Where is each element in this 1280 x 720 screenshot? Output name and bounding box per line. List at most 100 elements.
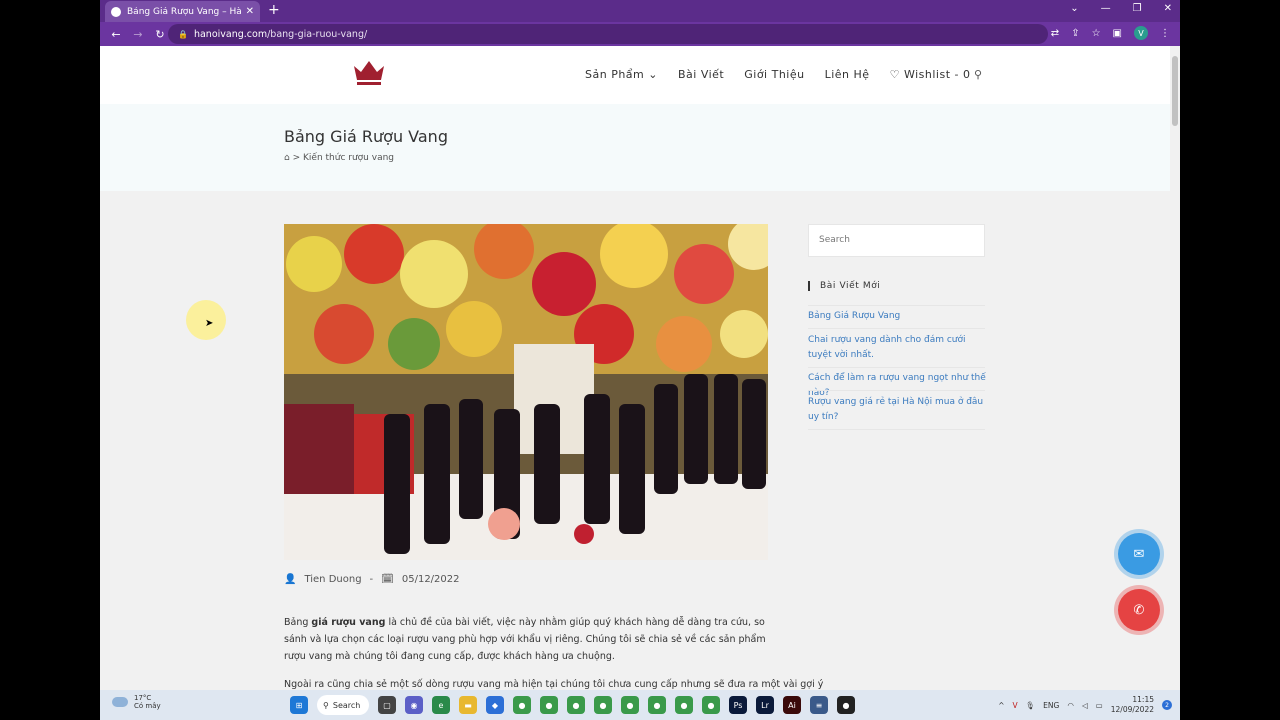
chrome-icon[interactable]: ● (675, 696, 693, 714)
cloud-icon (112, 697, 128, 707)
home-icon[interactable]: ⌂ (284, 153, 290, 163)
featured-image (284, 224, 768, 560)
tab-strip: Bảng Giá Rượu Vang – Hà Nội Vang ✕ + ⌄ —… (100, 0, 1180, 22)
bold-keyword: giá rượu vang (311, 617, 386, 628)
taskbar-apps: ⊞ ⚲ Search ▢ ◉ e ▬ ◆ ● ● ● ● ● ● ● ● Ps L… (290, 695, 855, 715)
nav-about[interactable]: Giới Thiệu (744, 68, 804, 81)
sidebar-search-input[interactable]: Search (808, 224, 985, 257)
nav-wishlist[interactable]: ♡ Wishlist - 0 (890, 68, 971, 81)
url-path: /bang-gia-ruou-vang/ (267, 28, 368, 40)
edge-icon[interactable]: e (432, 696, 450, 714)
post-paragraph: Bảng giá rượu vang là chủ đề của bài viế… (284, 617, 766, 662)
window-controls: ⌄ — ❐ ✕ (1070, 3, 1172, 14)
divider (808, 429, 985, 430)
divider (808, 367, 985, 368)
menu-icon[interactable]: ⋮ (1160, 28, 1170, 39)
nav-contact[interactable]: Liên Hệ (825, 68, 870, 81)
page-title-bar: Bảng Giá Rượu Vang ⌂ > Kiến thức rượu va… (100, 104, 1170, 191)
back-button[interactable]: ← (110, 28, 122, 41)
chrome-icon[interactable]: ● (540, 696, 558, 714)
calendar-icon: 🗓 (381, 574, 394, 585)
breadcrumb: ⌂ > Kiến thức rượu vang (284, 153, 394, 163)
lock-icon: 🔒 (178, 29, 188, 39)
meta-separator: - (369, 574, 374, 585)
illustrator-icon[interactable]: Ai (783, 696, 801, 714)
tab-search-icon[interactable]: ⌄ (1070, 3, 1078, 14)
zalo-chat-button[interactable]: ✉ (1118, 533, 1160, 575)
weather-widget[interactable]: 17°C Có mây (112, 694, 161, 710)
toolbar-right: ⇄ ⇪ ☆ ▣ V ⋮ (1051, 26, 1170, 40)
page-scrollbar[interactable] (1170, 46, 1180, 690)
recent-posts-heading: Bài Viết Mới (808, 281, 880, 291)
chrome-icon[interactable]: ● (648, 696, 666, 714)
tab-title: Bảng Giá Rượu Vang – Hà Nội Vang (127, 6, 242, 17)
taskbar-search[interactable]: ⚲ Search (317, 695, 369, 715)
site-favicon-icon (111, 6, 121, 17)
mouse-cursor-icon: ➤ (205, 318, 214, 329)
lightroom-icon[interactable]: Lr (756, 696, 774, 714)
chevron-down-icon: ⌄ (648, 68, 658, 81)
chrome-icon[interactable]: ● (567, 696, 585, 714)
recent-post-link[interactable]: Chai rượu vang dành cho đám cưới tuyệt v… (808, 333, 988, 363)
recent-post-link[interactable]: Bảng Giá Rượu Vang (808, 309, 988, 324)
volume-icon[interactable]: ◁ (1082, 701, 1088, 710)
side-panel-icon[interactable]: ▣ (1113, 28, 1122, 39)
app-tray-icon[interactable]: V (1013, 701, 1018, 710)
browser-tab[interactable]: Bảng Giá Rượu Vang – Hà Nội Vang ✕ (105, 1, 260, 22)
chrome-icon[interactable]: ● (702, 696, 720, 714)
restore-button[interactable]: ❐ (1133, 3, 1142, 14)
clock[interactable]: 11:15 12/09/2022 (1111, 695, 1154, 715)
minimize-button[interactable]: — (1101, 3, 1111, 14)
divider (808, 305, 985, 306)
author-icon: 👤 (284, 574, 297, 585)
close-tab-icon[interactable]: ✕ (246, 6, 254, 17)
nav-posts[interactable]: Bài Viết (678, 68, 724, 81)
post-meta: 👤 Tien Duong - 🗓 05/12/2022 (284, 574, 460, 585)
divider (808, 390, 985, 391)
address-bar[interactable]: 🔒 hanoivang.com /bang-gia-ruou-vang/ (168, 24, 1048, 44)
system-tray: ^ V 🎙 ENG ◠ ◁ ▭ 11:15 12/09/2022 2 (998, 695, 1172, 715)
chevron-up-icon[interactable]: ^ (998, 701, 1004, 710)
breadcrumb-separator: > (292, 153, 301, 163)
browser-toolbar: ← → ↻ 🔒 hanoivang.com /bang-gia-ruou-van… (100, 22, 1180, 46)
start-button[interactable]: ⊞ (290, 696, 308, 714)
screen: Bảng Giá Rượu Vang – Hà Nội Vang ✕ + ⌄ —… (100, 0, 1180, 720)
post-author[interactable]: Tien Duong (304, 574, 361, 585)
bookmark-star-icon[interactable]: ☆ (1092, 28, 1101, 39)
task-view-icon[interactable]: ▢ (378, 696, 396, 714)
chrome-icon[interactable]: ● (594, 696, 612, 714)
forward-button[interactable]: → (132, 28, 144, 41)
new-tab-button[interactable]: + (268, 2, 280, 18)
search-icon[interactable]: ⚲ (974, 68, 982, 81)
search-icon: ⚲ (323, 700, 329, 710)
record-icon[interactable]: ● (837, 696, 855, 714)
breadcrumb-category[interactable]: Kiến thức rượu vang (303, 153, 394, 163)
microphone-icon[interactable]: 🎙 (1026, 701, 1036, 710)
translate-icon[interactable]: ⇄ (1051, 28, 1059, 39)
folder-icon[interactable]: ▬ (459, 696, 477, 714)
share-icon[interactable]: ⇪ (1071, 28, 1079, 39)
profile-avatar[interactable]: V (1134, 26, 1148, 40)
photoshop-icon[interactable]: Ps (729, 696, 747, 714)
recent-post-link[interactable]: Rượu vang giá rẻ tại Hà Nội mua ở đâu uy… (808, 395, 988, 425)
scrollbar-thumb[interactable] (1172, 56, 1178, 126)
chrome-icon[interactable]: ● (513, 696, 531, 714)
language-indicator[interactable]: ENG (1043, 701, 1059, 710)
wifi-icon[interactable]: ◠ (1067, 701, 1074, 710)
close-window-button[interactable]: ✕ (1164, 3, 1172, 14)
site-header: Sản Phẩm ⌄ Bài Viết Giới Thiệu Liên Hệ ♡… (100, 46, 1170, 104)
nav-products[interactable]: Sản Phẩm ⌄ (585, 68, 658, 81)
battery-icon[interactable]: ▭ (1096, 701, 1103, 710)
heart-icon: ♡ (889, 68, 900, 81)
notification-badge[interactable]: 2 (1162, 700, 1172, 710)
chat-icon[interactable]: ◉ (405, 696, 423, 714)
page-title: Bảng Giá Rượu Vang (284, 127, 448, 146)
notes-icon[interactable]: ≡ (810, 696, 828, 714)
reload-button[interactable]: ↻ (154, 28, 166, 41)
chrome-icon[interactable]: ● (621, 696, 639, 714)
site-logo[interactable] (351, 58, 387, 90)
store-icon[interactable]: ◆ (486, 696, 504, 714)
call-button[interactable]: ✆ (1118, 589, 1160, 631)
post-date: 05/12/2022 (401, 574, 460, 585)
main-nav: Sản Phẩm ⌄ Bài Viết Giới Thiệu Liên Hệ ♡… (585, 68, 970, 81)
